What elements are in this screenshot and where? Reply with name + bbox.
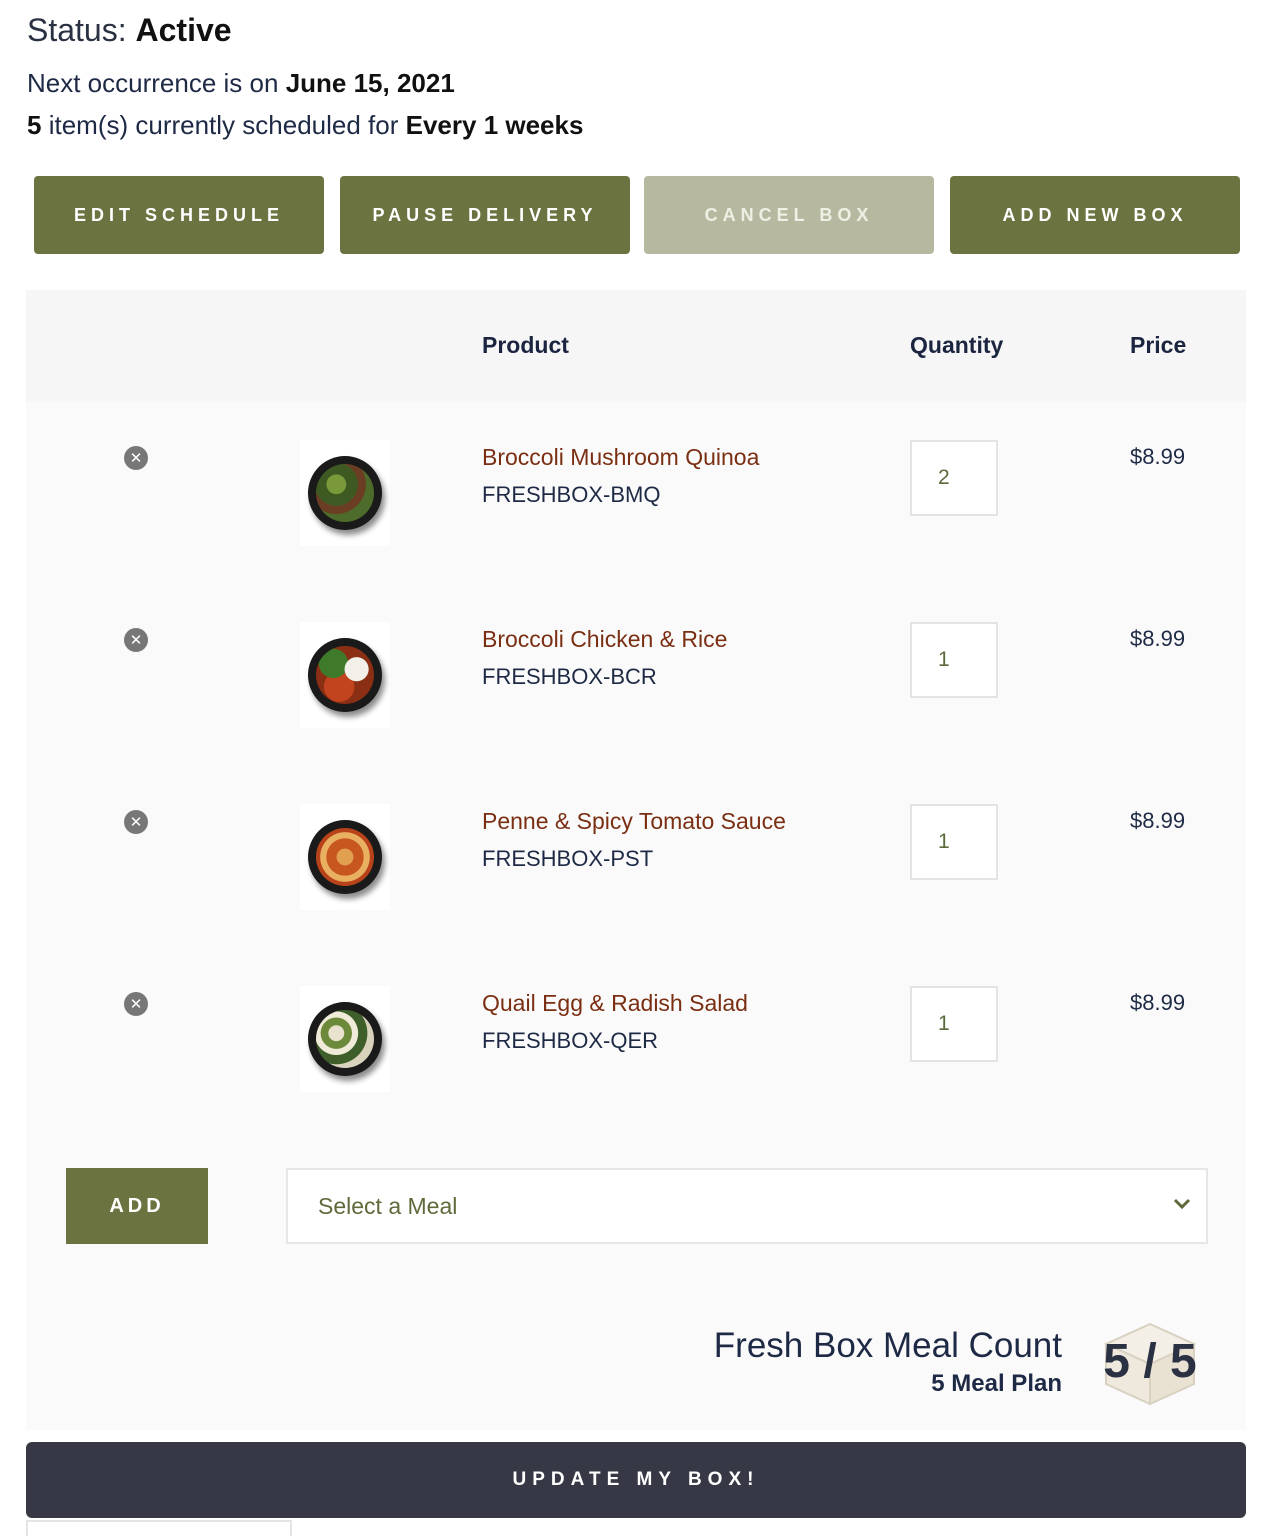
product-price: $8.99: [1130, 444, 1186, 469]
schedule-text: item(s) currently scheduled for: [48, 110, 399, 140]
status-line: Status: Active: [27, 12, 232, 49]
product-sku: FRESHBOX-BMQ: [482, 482, 661, 507]
next-occurrence-text: Next occurrence is on: [27, 68, 279, 98]
product-thumbnail: [300, 804, 390, 910]
header-price: Price: [1130, 332, 1187, 358]
update-box-button[interactable]: UPDATE MY BOX!: [26, 1442, 1246, 1518]
product-thumbnail: [300, 440, 390, 546]
meal-count-value: 5 / 5: [1088, 1334, 1212, 1389]
status-value: Active: [135, 12, 232, 48]
header-product: Product: [482, 332, 569, 358]
table-row: ✕ Broccoli Mushroom Quinoa FRESHBOX-BMQ …: [26, 402, 1246, 584]
product-sku: FRESHBOX-PST: [482, 846, 654, 871]
meal-plan-label: 5 Meal Plan: [931, 1370, 1062, 1397]
product-name-link[interactable]: Quail Egg & Radish Salad: [482, 990, 748, 1017]
meal-count-total: 5: [1170, 1335, 1197, 1388]
meal-count-title: Fresh Box Meal Count: [713, 1326, 1062, 1365]
product-name-link[interactable]: Penne & Spicy Tomato Sauce: [482, 808, 786, 835]
footer-fragment: [26, 1520, 292, 1536]
remove-icon[interactable]: ✕: [124, 628, 148, 652]
product-price: $8.99: [1130, 990, 1186, 1015]
pause-delivery-button[interactable]: PAUSE DELIVERY: [340, 176, 630, 254]
add-meal-button[interactable]: ADD: [66, 1168, 208, 1244]
meal-select[interactable]: Select a Meal: [286, 1168, 1208, 1244]
quantity-input[interactable]: 1: [910, 986, 998, 1062]
product-sku: FRESHBOX-BCR: [482, 664, 657, 689]
meal-count-current: 5: [1103, 1335, 1130, 1388]
product-thumbnail: [300, 622, 390, 728]
schedule-frequency: Every 1 weeks: [405, 110, 584, 140]
table-row: ✕ Penne & Spicy Tomato Sauce FRESHBOX-PS…: [26, 766, 1246, 948]
next-occurrence-date: June 15, 2021: [285, 68, 455, 98]
product-sku: FRESHBOX-QER: [482, 1028, 659, 1053]
meal-select-value: Select a Meal: [318, 1192, 458, 1219]
chevron-down-icon: [1173, 1198, 1191, 1210]
remove-icon[interactable]: ✕: [124, 810, 148, 834]
schedule-summary: 5 item(s) currently scheduled for Every …: [27, 110, 583, 141]
edit-schedule-button[interactable]: EDIT SCHEDULE: [34, 176, 324, 254]
next-occurrence: Next occurrence is on June 15, 2021: [27, 68, 455, 99]
table-header: Product Quantity Price: [26, 290, 1246, 402]
box-items-table: Product Quantity Price ✕ Broccoli Mushro…: [26, 290, 1246, 1430]
add-new-box-button[interactable]: ADD NEW BOX: [950, 176, 1240, 254]
product-name-link[interactable]: Broccoli Chicken & Rice: [482, 626, 727, 653]
product-thumbnail: [300, 986, 390, 1092]
product-price: $8.99: [1130, 626, 1186, 651]
schedule-count: 5: [27, 110, 42, 140]
table-row: ✕ Quail Egg & Radish Salad FRESHBOX-QER …: [26, 948, 1246, 1130]
meal-count-separator: /: [1143, 1335, 1157, 1388]
cancel-box-button[interactable]: CANCEL BOX: [644, 176, 934, 254]
quantity-input[interactable]: 2: [910, 440, 998, 516]
quantity-input[interactable]: 1: [910, 622, 998, 698]
header-quantity: Quantity: [910, 332, 1004, 358]
product-price: $8.99: [1130, 808, 1186, 833]
status-label: Status:: [27, 12, 127, 48]
quantity-input[interactable]: 1: [910, 804, 998, 880]
product-name-link[interactable]: Broccoli Mushroom Quinoa: [482, 444, 759, 471]
table-row: ✕ Broccoli Chicken & Rice FRESHBOX-BCR 1…: [26, 584, 1246, 766]
remove-icon[interactable]: ✕: [124, 446, 148, 470]
remove-icon[interactable]: ✕: [124, 992, 148, 1016]
